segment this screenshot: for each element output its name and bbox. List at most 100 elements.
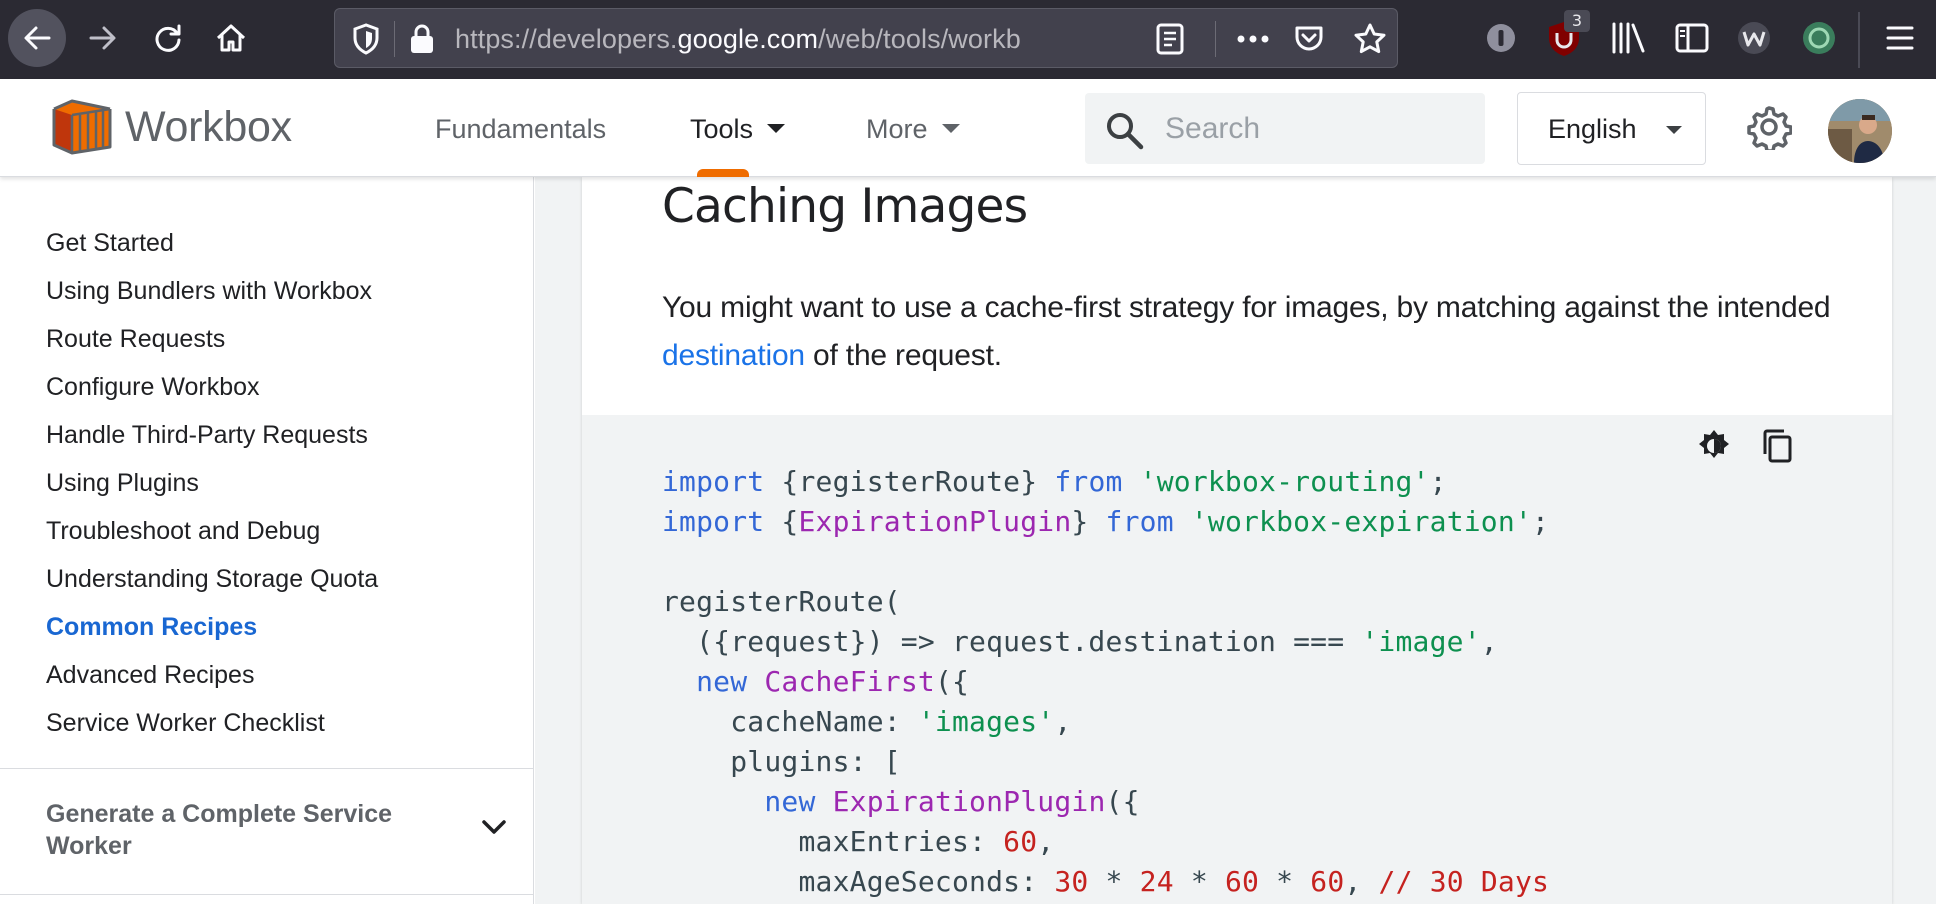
code-token: ;	[1429, 465, 1447, 498]
sidebar-item[interactable]: Service Worker Checklist	[0, 699, 534, 747]
forward-button[interactable]	[74, 9, 132, 67]
chevron-down-icon[interactable]	[481, 818, 507, 836]
wappalyzer-icon[interactable]	[1736, 20, 1772, 56]
avatar[interactable]	[1828, 99, 1892, 163]
sidebar-item-label: Understanding Storage Quota	[46, 565, 379, 593]
sidebar-item-label: Route Requests	[46, 325, 226, 353]
sidebar-item[interactable]: Using Plugins	[0, 459, 534, 507]
code-token: *	[1173, 865, 1225, 898]
code-token: ({request}) => request.destination ===	[662, 625, 1362, 658]
reader-view-icon[interactable]	[1155, 23, 1185, 55]
code-token: maxAgeSeconds:	[662, 865, 1055, 898]
code-token: new	[662, 665, 748, 698]
code-token: ({	[1105, 785, 1140, 818]
site-header: Workbox Fundamentals Tools More Search E…	[0, 79, 1936, 177]
code-block: import {registerRoute} from 'workbox-rou…	[582, 415, 1892, 904]
sidebar-item[interactable]: Configure Workbox	[0, 363, 534, 411]
sidebar-divider	[0, 894, 534, 895]
more-actions-icon[interactable]	[1235, 23, 1271, 55]
library-icon[interactable]	[1610, 20, 1648, 56]
tracking-shield-icon[interactable]	[352, 23, 380, 55]
code-token: new	[662, 785, 816, 818]
lock-icon[interactable]	[409, 23, 435, 55]
reload-icon	[155, 24, 181, 52]
sidebar-item-label: Advanced Recipes	[46, 661, 255, 689]
brand-name[interactable]: Workbox	[125, 101, 292, 153]
code-token: ({	[934, 665, 970, 698]
search-input[interactable]: Search	[1085, 93, 1485, 164]
sidebar-divider	[0, 768, 534, 769]
code-token: cacheName:	[662, 705, 918, 738]
nav-more[interactable]: More	[866, 109, 960, 149]
password-manager-icon[interactable]	[1484, 20, 1518, 56]
url-text[interactable]: https://developers.google.com/web/tools/…	[455, 23, 1020, 55]
code-token: import	[662, 505, 765, 538]
code-token: from	[1054, 465, 1123, 498]
code-line: maxAgeSeconds: 30 * 24 * 60 * 60, // 30 …	[662, 862, 1549, 902]
bookmark-star-icon[interactable]	[1353, 22, 1387, 56]
gear-icon[interactable]	[1746, 104, 1792, 150]
code-token: 30	[1054, 865, 1089, 898]
hamburger-menu-icon[interactable]	[1884, 20, 1916, 56]
sidebar-item[interactable]: Using Bundlers with Workbox	[0, 267, 534, 315]
sidebar-nav-list: Get Started Using Bundlers with Workbox Ro…	[0, 219, 534, 747]
back-button[interactable]	[8, 9, 66, 67]
home-button[interactable]	[202, 9, 260, 67]
sidebar-item[interactable]: Handle Third-Party Requests	[0, 411, 534, 459]
caret-down-icon	[941, 124, 960, 134]
url-prefix: https://developers.	[455, 24, 678, 54]
code-token: 24	[1139, 865, 1174, 898]
code-listing: import {registerRoute} from 'workbox-rou…	[662, 462, 1549, 902]
sidebar-item[interactable]: Route Requests	[0, 315, 534, 363]
url-bar[interactable]: https://developers.google.com/web/tools/…	[334, 8, 1398, 68]
sidebar-toggle-icon[interactable]	[1674, 20, 1710, 56]
code-line: maxEntries: 60,	[662, 822, 1549, 862]
sidebar-item-label: Get Started	[46, 229, 174, 257]
home-icon	[216, 24, 246, 52]
code-token: *	[1259, 865, 1311, 898]
caret-down-icon	[1666, 126, 1682, 134]
code-line: registerRoute(	[662, 582, 1549, 622]
page-title: Caching Images	[662, 179, 1028, 234]
code-line: new ExpirationPlugin({	[662, 782, 1549, 822]
code-token: *	[1088, 865, 1140, 898]
sidebar-item[interactable]: Advanced Recipes	[0, 651, 534, 699]
search-icon	[1107, 113, 1144, 150]
toolbar-divider	[1858, 12, 1860, 68]
code-token: {registerRoute}	[764, 465, 1055, 498]
code-token: 'image'	[1361, 625, 1481, 658]
pocket-icon[interactable]	[1293, 23, 1325, 55]
copy-icon[interactable]	[1760, 428, 1796, 464]
code-token: 60	[1003, 825, 1038, 858]
sidebar-item[interactable]: Understanding Storage Quota	[0, 555, 534, 603]
paragraph-text: You might want to use a cache-first stra…	[662, 291, 1831, 324]
nav-fundamentals[interactable]: Fundamentals	[435, 109, 606, 149]
code-token: ExpirationPlugin	[832, 785, 1106, 818]
sidebar-item[interactable]: Troubleshoot and Debug	[0, 507, 534, 555]
nav-fundamentals-label: Fundamentals	[435, 114, 607, 144]
dark-mode-toggle-icon[interactable]	[1696, 428, 1732, 464]
language-select[interactable]: English	[1517, 92, 1706, 165]
left-sidebar: Get Started Using Bundlers with Workbox Ro…	[0, 177, 534, 904]
nav-more-label: More	[866, 114, 928, 144]
workbox-logo-icon[interactable]	[50, 99, 114, 155]
article-paragraph: You might want to use a cache-first stra…	[662, 284, 1842, 380]
caret-down-icon	[767, 124, 786, 134]
nav-tools[interactable]: Tools	[690, 109, 786, 149]
code-token: maxEntries:	[662, 825, 1004, 858]
code-token: }	[1071, 505, 1106, 538]
code-token: ;	[1531, 505, 1550, 538]
extension-badge: 3	[1564, 10, 1590, 32]
code-line: cacheName: 'images',	[662, 702, 1549, 742]
code-line: import {registerRoute} from 'workbox-rou…	[662, 462, 1549, 502]
reload-button[interactable]	[139, 9, 197, 67]
sidebar-item-label: Using Plugins	[46, 469, 199, 497]
sync-extension-icon[interactable]	[1801, 20, 1837, 56]
sidebar-item[interactable]: Common Recipes	[0, 603, 534, 651]
destination-link[interactable]: destination	[662, 339, 805, 372]
sidebar-item[interactable]: Get Started	[0, 219, 534, 267]
sidebar-section-generate-sw[interactable]: Generate a Complete Service Worker	[46, 798, 406, 862]
